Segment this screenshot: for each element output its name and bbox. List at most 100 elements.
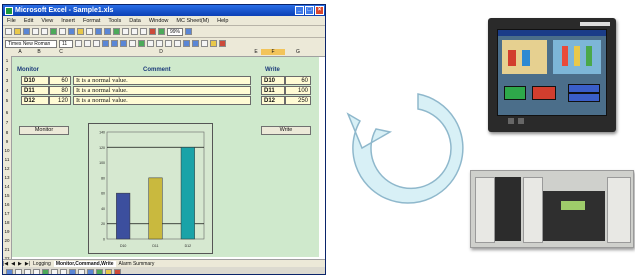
row-header[interactable]: 7: [3, 120, 11, 125]
sort-asc-icon[interactable]: [131, 28, 138, 35]
textbox-icon[interactable]: [69, 268, 76, 274]
print-icon[interactable]: [32, 28, 39, 35]
chart-wizard-icon[interactable]: [149, 28, 156, 35]
new-file-icon[interactable]: [5, 28, 12, 35]
fill-icon[interactable]: [105, 268, 112, 274]
row-header[interactable]: 2: [3, 67, 11, 72]
percent-icon[interactable]: [147, 40, 154, 47]
menu-data[interactable]: Data: [129, 18, 141, 24]
italic-icon[interactable]: [84, 40, 91, 47]
row-header[interactable]: 9: [3, 139, 11, 144]
minimize-button[interactable]: _: [295, 6, 304, 15]
align-right-icon[interactable]: [120, 40, 127, 47]
row-header[interactable]: 21: [3, 247, 11, 252]
menu-format[interactable]: Format: [83, 18, 100, 24]
increase-indent-icon[interactable]: [192, 40, 199, 47]
clipart-icon[interactable]: [87, 268, 94, 274]
row-header[interactable]: 1: [3, 58, 11, 63]
col-header-e[interactable]: E: [251, 49, 261, 55]
row-header[interactable]: 16: [3, 202, 11, 207]
menu-tools[interactable]: Tools: [108, 18, 121, 24]
print-preview-icon[interactable]: [41, 28, 48, 35]
maximize-button[interactable]: □: [305, 6, 314, 15]
row-header[interactable]: 14: [3, 184, 11, 189]
row-header[interactable]: 17: [3, 211, 11, 216]
col-header-c[interactable]: C: [51, 49, 71, 55]
menu-insert[interactable]: Insert: [61, 18, 75, 24]
line-icon[interactable]: [33, 268, 40, 274]
menu-window[interactable]: Window: [149, 18, 169, 24]
row-header[interactable]: 11: [3, 157, 11, 162]
cut-icon[interactable]: [59, 28, 66, 35]
row-header[interactable]: 12: [3, 166, 11, 171]
format-painter-icon[interactable]: [86, 28, 93, 35]
monitor-button[interactable]: Monitor: [19, 126, 69, 135]
help-icon[interactable]: [185, 28, 193, 35]
menu-mc-sheet[interactable]: MC Sheet(M): [176, 18, 209, 24]
row-header[interactable]: 15: [3, 193, 11, 198]
hyperlink-icon[interactable]: [113, 28, 120, 35]
decrease-decimal-icon[interactable]: [174, 40, 181, 47]
picture-icon[interactable]: [96, 268, 103, 274]
row-header[interactable]: 4: [3, 88, 11, 93]
close-button[interactable]: ×: [315, 6, 324, 15]
redo-icon[interactable]: [104, 28, 111, 35]
row-header[interactable]: 20: [3, 238, 11, 243]
col-header-g[interactable]: G: [285, 49, 311, 55]
row-header[interactable]: 5: [3, 98, 11, 103]
sort-desc-icon[interactable]: [140, 28, 147, 35]
rectangle-icon[interactable]: [51, 268, 58, 274]
row-header[interactable]: 13: [3, 175, 11, 180]
open-folder-icon[interactable]: [14, 28, 21, 35]
menu-edit[interactable]: Edit: [24, 18, 33, 24]
bar-chart[interactable]: 0 20 40 60 80 100 120 140 D10 D11 D12: [88, 123, 213, 254]
comment-cell[interactable]: It is a normal value.: [73, 96, 251, 105]
increase-decimal-icon[interactable]: [165, 40, 172, 47]
write-button[interactable]: Write: [261, 126, 311, 135]
font-name-box[interactable]: Times New Roman: [5, 39, 57, 48]
row-header[interactable]: 6: [3, 110, 11, 115]
zoom-box[interactable]: 99%: [167, 27, 184, 36]
copy-icon[interactable]: [68, 28, 75, 35]
row-header[interactable]: 8: [3, 130, 11, 135]
col-header-b[interactable]: B: [27, 49, 51, 55]
drawing-icon[interactable]: [158, 28, 165, 35]
write-value-d11[interactable]: 100: [285, 86, 311, 95]
autoshapes-icon[interactable]: [24, 268, 31, 274]
font-size-box[interactable]: 11: [59, 39, 73, 48]
oval-icon[interactable]: [60, 268, 67, 274]
spelling-icon[interactable]: [50, 28, 57, 35]
worksheet[interactable]: A B C D E F G 1 2 3 4 5 6 7 8 9 10 11 12…: [3, 49, 325, 261]
menu-help[interactable]: Help: [217, 18, 228, 24]
comment-cell[interactable]: It is a normal value.: [73, 76, 251, 85]
row-header[interactable]: 18: [3, 220, 11, 225]
autosum-icon[interactable]: [122, 28, 129, 35]
align-center-icon[interactable]: [111, 40, 118, 47]
row-header[interactable]: 19: [3, 229, 11, 234]
comma-icon[interactable]: [156, 40, 163, 47]
underline-icon[interactable]: [93, 40, 100, 47]
arrow-icon[interactable]: [42, 268, 49, 274]
write-value-d12[interactable]: 250: [285, 96, 311, 105]
merge-center-icon[interactable]: [129, 40, 136, 47]
undo-icon[interactable]: [95, 28, 102, 35]
bold-icon[interactable]: [75, 40, 82, 47]
select-objects-icon[interactable]: [15, 268, 22, 274]
wordart-icon[interactable]: [78, 268, 85, 274]
col-header-f[interactable]: F: [261, 49, 285, 55]
menu-view[interactable]: View: [41, 18, 53, 24]
col-header-a[interactable]: A: [13, 49, 27, 55]
save-icon[interactable]: [23, 28, 30, 35]
row-header[interactable]: 3: [3, 78, 11, 83]
fill-color-icon[interactable]: [210, 40, 217, 47]
decrease-indent-icon[interactable]: [183, 40, 190, 47]
paste-icon[interactable]: [77, 28, 84, 35]
align-left-icon[interactable]: [102, 40, 109, 47]
write-value-d10[interactable]: 60: [285, 76, 311, 85]
borders-icon[interactable]: [201, 40, 208, 47]
row-header[interactable]: 10: [3, 148, 11, 153]
font-color-icon[interactable]: [219, 40, 226, 47]
comment-cell[interactable]: It is a normal value.: [73, 86, 251, 95]
line-color-icon[interactable]: [114, 268, 121, 274]
currency-icon[interactable]: [138, 40, 145, 47]
